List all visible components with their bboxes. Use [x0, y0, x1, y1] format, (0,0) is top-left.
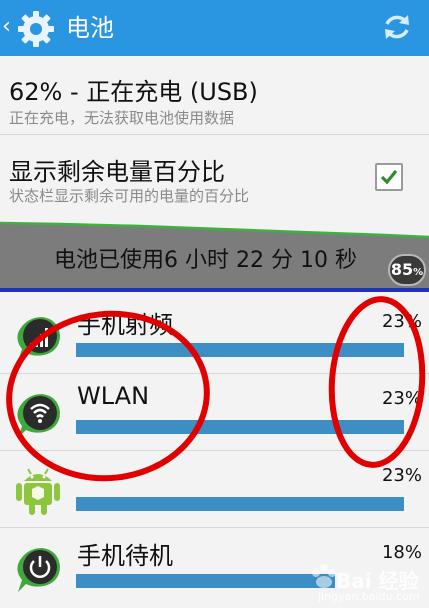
usage-item-percent: 18% — [381, 542, 422, 563]
usage-item-percent: 23% — [381, 311, 422, 332]
usage-bar-fill — [76, 574, 335, 588]
usage-bar-fill — [76, 343, 404, 357]
usage-bar — [76, 343, 421, 357]
usage-item-percent: 23% — [381, 388, 422, 409]
show-percentage-subtitle: 状态栏显示剩余可用的电量的百分比 — [9, 187, 250, 205]
usage-item-name: 手机待机 — [77, 542, 173, 570]
graph-baseline — [0, 288, 429, 292]
charging-status-row: 62% - 正在充电 (USB) 正在充电，无法获取电池使用数据 — [0, 56, 429, 134]
watermark-url: jingyan.baidu.com — [318, 590, 420, 603]
refresh-icon[interactable] — [381, 11, 413, 43]
usage-item-android-os[interactable]: 23% — [0, 451, 429, 527]
battery-history-graph[interactable]: 电池已使用6 小时 22 分 10 秒 — [0, 215, 429, 291]
usage-bar-fill — [76, 497, 404, 511]
usage-item-name: WLAN — [77, 382, 150, 410]
usage-bar — [76, 420, 421, 434]
back-icon[interactable]: ‹ — [2, 16, 11, 38]
charging-status-subtitle: 正在充电，无法获取电池使用数据 — [9, 109, 235, 127]
charging-status-title: 62% - 正在充电 (USB) — [9, 78, 258, 106]
checkmark-icon — [380, 169, 398, 185]
usage-item-percent: 23% — [381, 465, 422, 486]
show-percentage-title: 显示剩余电量百分比 — [9, 158, 225, 186]
page-title: 电池 — [66, 14, 114, 42]
show-percentage-row[interactable]: 显示剩余电量百分比 状态栏显示剩余可用的电量的百分比 — [0, 135, 429, 215]
power-icon — [17, 548, 60, 592]
action-bar: ‹ 电池 — [0, 0, 429, 56]
signal-icon — [17, 317, 60, 361]
battery-level-value: 85 — [390, 260, 414, 279]
android-icon — [16, 468, 60, 515]
usage-item-name: 手机射频 — [77, 311, 173, 339]
usage-bar-fill — [76, 420, 404, 434]
gear-icon[interactable] — [16, 9, 56, 49]
battery-level-unit: % — [413, 267, 424, 278]
wifi-icon — [17, 394, 60, 438]
battery-usage-time: 电池已使用6 小时 22 分 10 秒 — [54, 248, 357, 273]
usage-bar — [76, 497, 421, 511]
usage-item-cell-radio[interactable]: 手机射频 23% — [0, 297, 429, 373]
show-percentage-checkbox[interactable] — [375, 163, 403, 191]
battery-level-badge: 85% — [388, 254, 426, 286]
usage-item-wlan[interactable]: WLAN 23% — [0, 374, 429, 450]
